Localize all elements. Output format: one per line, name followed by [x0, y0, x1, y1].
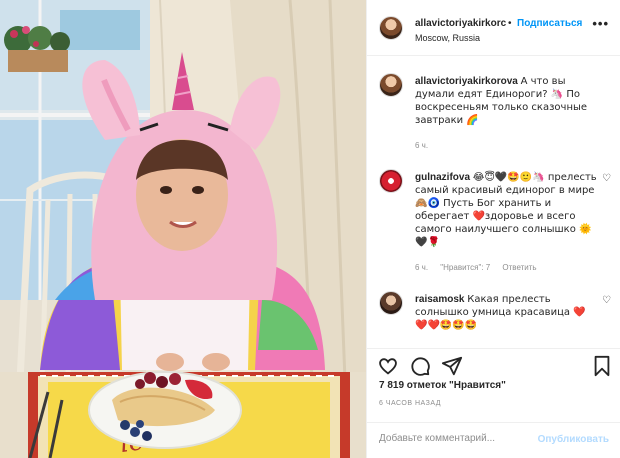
- post-photo-illustration: le: [0, 0, 366, 458]
- bookmark-icon[interactable]: [591, 355, 613, 377]
- commenter-avatar[interactable]: [379, 291, 403, 315]
- caption-body: allavictoriyakirkorova А что вы думали е…: [415, 75, 599, 127]
- commenter-avatar[interactable]: [379, 169, 403, 193]
- caption-username-link[interactable]: allavictoriyakirkorova: [415, 76, 518, 87]
- header-separator: •: [508, 18, 512, 29]
- heart-icon[interactable]: [377, 355, 399, 377]
- comment-like-count[interactable]: "Нравится": 7: [440, 263, 490, 272]
- add-comment-bar: Опубликовать: [367, 422, 620, 458]
- caption-age: 6 ч.: [415, 141, 429, 150]
- likes-count-link[interactable]: 7 819 отметок "Нравится": [379, 380, 506, 391]
- author-avatar[interactable]: [379, 16, 403, 40]
- comment-reply-button[interactable]: Ответить: [502, 263, 536, 272]
- caption-author-avatar[interactable]: [379, 73, 403, 97]
- comment-age: 6 ч.: [415, 263, 429, 272]
- comment-meta: 6 ч. "Нравится": 7 Ответить: [415, 263, 547, 272]
- publish-comment-button[interactable]: Опубликовать: [538, 434, 609, 445]
- comment-item: raisamosk Какая прелесть солнышко умница…: [379, 291, 611, 341]
- comment-input[interactable]: [379, 433, 529, 444]
- post-timestamp[interactable]: 6 часов назад: [379, 400, 441, 407]
- caption-meta: 6 ч.: [415, 141, 438, 150]
- comment-body: gulnazifova 😂😇🖤🤩🙂🦄 прелесть самый красив…: [415, 171, 599, 249]
- commenter-username-link[interactable]: raisamosk: [415, 294, 464, 305]
- follow-button[interactable]: Подписаться: [517, 18, 582, 29]
- instagram-post: le allavictoriyakirkorc • По: [0, 0, 620, 458]
- comment-like-heart-icon[interactable]: ♡: [602, 295, 611, 306]
- post-actions-bar: [367, 348, 620, 380]
- comment-like-heart-icon[interactable]: ♡: [602, 173, 611, 184]
- author-username-link[interactable]: allavictoriyakirkorc: [415, 18, 506, 29]
- commenter-username-link[interactable]: gulnazifova: [415, 172, 470, 183]
- comment-text: 😂😇🖤🤩🙂🦄 прелесть самый красивый единорог …: [415, 172, 597, 248]
- post-side-panel: allavictoriyakirkorc • Подписаться Mosco…: [366, 0, 620, 458]
- caption-comment: allavictoriyakirkorova А что вы думали е…: [379, 73, 611, 163]
- comment-body: raisamosk Какая прелесть солнышко умница…: [415, 293, 599, 332]
- location-link[interactable]: Moscow, Russia: [415, 33, 480, 43]
- post-photo[interactable]: le: [0, 0, 366, 458]
- more-options-icon[interactable]: •••: [592, 16, 609, 31]
- comments-list[interactable]: allavictoriyakirkorova А что вы думали е…: [367, 57, 620, 347]
- post-header: allavictoriyakirkorc • Подписаться Mosco…: [367, 0, 620, 56]
- share-icon[interactable]: [441, 355, 463, 377]
- comment-item: gulnazifova 😂😇🖤🤩🙂🦄 прелесть самый красив…: [379, 169, 611, 279]
- comment-icon[interactable]: [409, 355, 431, 377]
